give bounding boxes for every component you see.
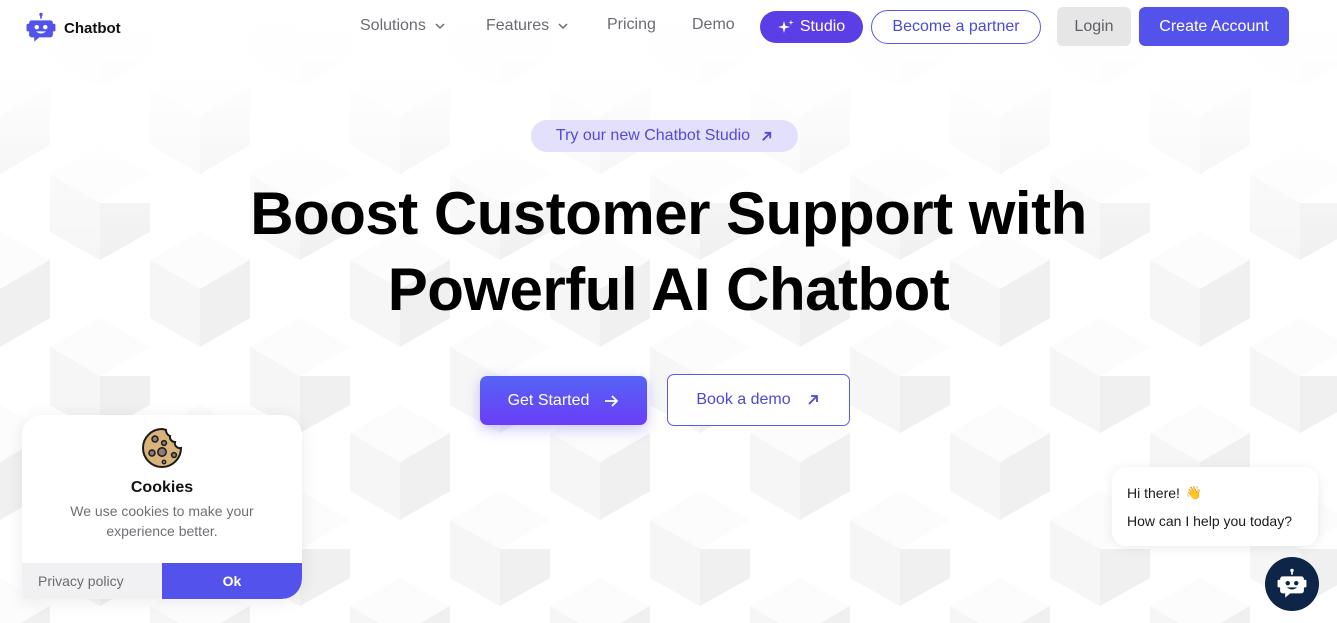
announcement-pill[interactable]: Try our new Chatbot Studio	[531, 120, 798, 152]
nav-solutions-label: Solutions	[360, 17, 426, 34]
headline-line-2: Powerful AI Chatbot	[387, 256, 950, 323]
waving-hand-icon: 👋	[1185, 485, 1203, 500]
nav-features-label: Features	[486, 17, 550, 34]
nav-demo[interactable]: Demo	[692, 16, 735, 34]
cookie-banner: Cookies We use cookies to make your expe…	[22, 415, 302, 599]
become-partner-button[interactable]: Become a partner	[871, 10, 1041, 44]
nav-demo-label: Demo	[692, 16, 735, 33]
book-demo-label: Book a demo	[696, 391, 791, 408]
robot-logo-icon	[26, 12, 56, 42]
cookie-title: Cookies	[130, 479, 194, 496]
announcement-text: Try our new Chatbot Studio	[555, 127, 751, 144]
studio-button[interactable]: Studio	[760, 11, 863, 43]
create-account-button[interactable]: Create Account	[1139, 7, 1289, 46]
arrow-right-icon	[605, 394, 619, 407]
chevron-down-icon	[435, 23, 445, 30]
cookie-icon	[142, 427, 183, 468]
cookie-ok-button[interactable]: Ok	[162, 563, 302, 599]
robot-chat-icon	[1277, 568, 1307, 598]
headline-line-1: Boost Customer Support with	[250, 180, 1087, 247]
nav-features[interactable]: Features	[486, 17, 569, 35]
brand-logo[interactable]: Chatbot	[24, 11, 121, 45]
login-button[interactable]: Login	[1057, 7, 1131, 46]
studio-label: Studio	[799, 18, 846, 35]
get-started-label: Get Started	[507, 391, 590, 409]
nav-pricing-label: Pricing	[607, 16, 656, 33]
cookie-message: We use cookies to make your experience b…	[70, 503, 254, 539]
arrow-up-right-icon	[808, 395, 818, 405]
chevron-down-icon	[558, 23, 568, 30]
nav-solutions[interactable]: Solutions	[360, 17, 446, 35]
book-demo-button[interactable]: Book a demo	[667, 374, 850, 426]
chat-greeting-bubble[interactable]: Hi there! 👋 How can I help you today?	[1112, 467, 1318, 546]
brand-name: Chatbot	[64, 19, 121, 37]
privacy-policy-link[interactable]: Privacy policy	[22, 563, 162, 599]
get-started-button[interactable]: Get Started	[480, 376, 647, 425]
sparkle-icon	[777, 20, 794, 33]
nav-pricing[interactable]: Pricing	[607, 16, 656, 34]
hero-headline: Boost Customer Support with Powerful AI …	[0, 176, 1337, 328]
top-navigation: Chatbot Solutions Features Pricing Demo …	[0, 0, 1337, 55]
arrow-up-right-icon	[762, 131, 772, 141]
chat-launcher-button[interactable]	[1265, 557, 1319, 611]
chat-prompt: How can I help you today?	[1127, 513, 1292, 529]
chat-greeting: Hi there!	[1127, 485, 1180, 501]
